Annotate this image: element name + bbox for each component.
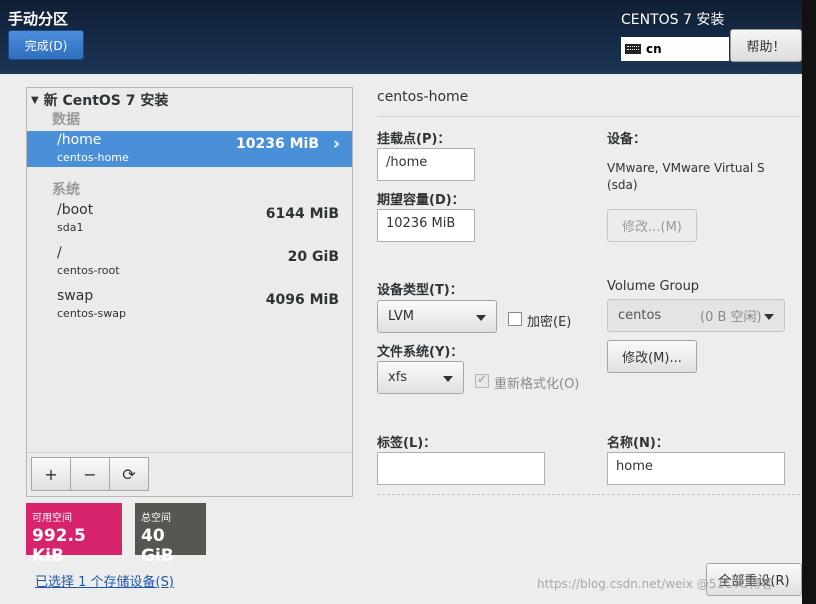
add-mount-point-button[interactable]: + xyxy=(31,457,71,491)
available-space-box: 可用空间 992.5 KiB xyxy=(26,503,122,566)
tree-root[interactable]: ▼ 新 CentOS 7 安装 xyxy=(31,90,168,110)
encrypt-label: 加密(E) xyxy=(527,315,572,330)
keyboard-layout-indicator[interactable]: cn xyxy=(621,37,729,61)
mount-point-row-boot[interactable]: /boot sda1 6144 MiB xyxy=(27,201,352,237)
mount-point-row-swap[interactable]: swap centos-swap 4096 MiB xyxy=(27,287,352,323)
tag-input[interactable] xyxy=(377,452,545,485)
header-bar: 手动分区 完成(D) CENTOS 7 安装 cn 帮助！ xyxy=(0,0,802,74)
expander-triangle-icon[interactable]: ▼ xyxy=(31,95,39,106)
volume-group-name: centos xyxy=(618,308,662,323)
dashed-divider xyxy=(377,494,800,495)
page-title: 手动分区 xyxy=(8,10,69,28)
mount-point-tree: ▼ 新 CentOS 7 安装 数据 /home centos-home 102… xyxy=(26,87,353,497)
detail-divider xyxy=(377,116,800,117)
modify-device-button[interactable]: 修改...(M) xyxy=(607,209,697,242)
filesystem-value: xfs xyxy=(388,370,408,385)
watermark: https://blog.csdn.net/weix @51CTO博客 xyxy=(537,577,774,591)
keyboard-icon xyxy=(625,44,641,54)
mount-point-device: centos-swap xyxy=(57,307,126,320)
partition-toolbar: + − ⟳ xyxy=(31,457,149,491)
tree-root-label: 新 CentOS 7 安装 xyxy=(43,93,169,109)
storage-devices-link[interactable]: 已选择 1 个存储设备(S) xyxy=(35,571,174,590)
section-system-label: 系统 xyxy=(52,182,80,198)
mount-point-row-home[interactable]: /home centos-home 10236 MiB › xyxy=(27,131,352,167)
total-space-label: 总空间 xyxy=(141,513,171,524)
mount-point-size: 4096 MiB xyxy=(265,292,339,308)
tag-label: 标签(L)： xyxy=(377,436,437,451)
capacity-input[interactable]: 10236 MiB xyxy=(377,209,475,242)
mount-point-input[interactable]: /home xyxy=(377,148,475,181)
name-label: 名称(N)： xyxy=(607,436,669,451)
mount-point-row-root[interactable]: / centos-root 20 GiB xyxy=(27,244,352,280)
mount-point-size: 10236 MiB xyxy=(236,136,319,152)
mount-point-label: 挂载点(P)： xyxy=(377,132,451,147)
device-type-label: 设备类型(T)： xyxy=(377,283,463,298)
detail-title: centos-home xyxy=(377,89,469,105)
mount-point-name: / xyxy=(57,245,62,261)
remove-mount-point-button[interactable]: − xyxy=(70,457,110,491)
refresh-icon[interactable]: ⟳ xyxy=(109,457,149,491)
mount-point-size: 6144 MiB xyxy=(265,206,339,222)
device-info: VMware, VMware Virtual S (sda) xyxy=(607,161,765,192)
volume-group-label: Volume Group xyxy=(607,279,700,294)
volume-group-free: (0 B 空闲) xyxy=(700,310,762,325)
total-space-value: 40 GiB xyxy=(141,526,174,566)
device-type-value: LVM xyxy=(388,309,414,324)
modify-volume-group-button[interactable]: 修改(M)... xyxy=(607,340,697,373)
mount-point-device: centos-home xyxy=(57,151,129,164)
chevron-right-icon: › xyxy=(332,134,340,154)
window-edge xyxy=(802,0,816,604)
volume-group-select[interactable]: centos (0 B 空闲) xyxy=(607,299,785,332)
reformat-label: 重新格式化(O) xyxy=(494,377,580,392)
chevron-down-icon xyxy=(443,376,453,382)
toolbar-divider xyxy=(27,452,352,453)
chevron-down-icon xyxy=(764,314,774,320)
name-input[interactable]: home xyxy=(607,452,785,485)
mount-point-size: 20 GiB xyxy=(287,249,339,265)
done-button[interactable]: 完成(D) xyxy=(8,30,84,60)
capacity-label: 期望容量(D)： xyxy=(377,193,465,208)
keyboard-layout-label: cn xyxy=(646,42,662,56)
mount-point-name: /home xyxy=(57,132,102,148)
total-space-box: 总空间 40 GiB xyxy=(135,503,206,566)
device-label: 设备： xyxy=(607,132,647,147)
filesystem-label: 文件系统(Y)： xyxy=(377,345,464,360)
help-button[interactable]: 帮助！ xyxy=(730,29,802,62)
mount-point-name: swap xyxy=(57,288,94,304)
mount-point-device: sda1 xyxy=(57,221,84,234)
installer-window: 手动分区 完成(D) CENTOS 7 安装 cn 帮助！ ▼ 新 CentOS… xyxy=(0,0,802,604)
available-space-value: 992.5 KiB xyxy=(32,526,86,566)
mount-point-device: centos-root xyxy=(57,264,120,277)
product-title: CENTOS 7 安装 xyxy=(621,12,725,28)
encrypt-checkbox[interactable] xyxy=(508,312,522,326)
device-type-select[interactable]: LVM xyxy=(377,300,497,333)
mount-point-name: /boot xyxy=(57,202,94,218)
reformat-checkbox[interactable] xyxy=(475,372,489,388)
available-space-label: 可用空间 xyxy=(32,513,72,524)
section-data-label: 数据 xyxy=(52,112,80,128)
filesystem-select[interactable]: xfs xyxy=(377,361,464,394)
chevron-down-icon xyxy=(476,315,486,321)
